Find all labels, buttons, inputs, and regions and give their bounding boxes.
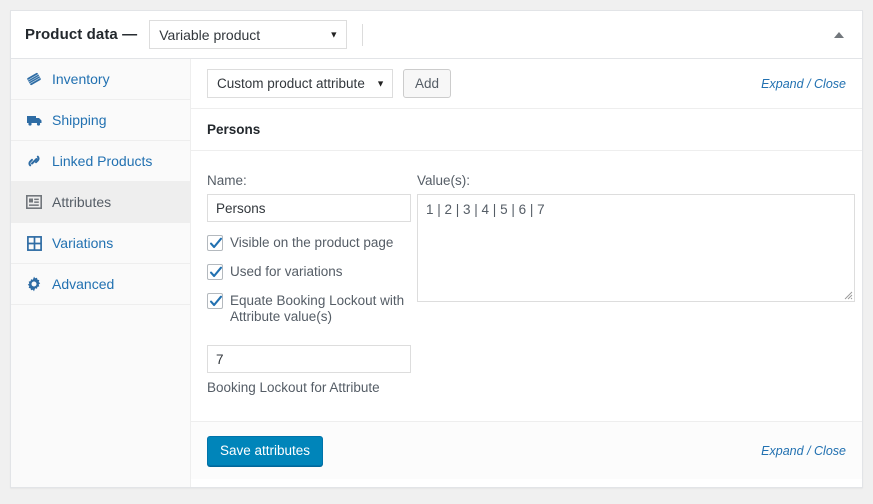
gear-icon — [25, 275, 43, 293]
chevron-up-icon — [834, 31, 844, 38]
attributes-panel-content: Custom product attribute ▼ Add Expand / … — [191, 59, 862, 487]
attribute-name-label: Name: — [207, 173, 247, 188]
inventory-box-icon — [25, 70, 43, 88]
equate-booking-lockout-checkbox[interactable] — [207, 293, 223, 309]
grid-table-icon — [25, 234, 43, 252]
close-link[interactable]: Close — [814, 77, 846, 91]
checkmark-icon — [209, 237, 223, 249]
attributes-panel-icon — [25, 193, 43, 211]
sidebar-item-label: Inventory — [52, 71, 110, 87]
chevron-down-icon: ▼ — [376, 78, 385, 88]
expand-close-separator: / — [807, 76, 811, 91]
checkmark-icon — [209, 266, 223, 278]
attribute-values-label: Value(s): — [417, 173, 471, 188]
sidebar-item-shipping[interactable]: Shipping — [11, 100, 190, 141]
panel-header: Product data — Variable product ▼ — [11, 11, 862, 59]
product-data-tabs: Inventory Shipping Linked Products Attri… — [11, 59, 191, 487]
attribute-name-input[interactable] — [207, 194, 411, 222]
booking-lockout-field-wrap: Booking Lockout for Attribute — [207, 345, 413, 395]
expand-close-links-bottom: Expand / Close — [761, 444, 846, 458]
add-attribute-button[interactable]: Add — [403, 69, 452, 98]
attribute-type-selected-value: Custom product attribute — [217, 76, 365, 91]
attributes-toolbar: Custom product attribute ▼ Add Expand / … — [191, 59, 862, 109]
expand-close-links-top: Expand / Close — [761, 77, 846, 91]
sidebar-item-attributes[interactable]: Attributes — [11, 182, 190, 223]
attribute-left-column: Name: Visible on the product page — [207, 173, 413, 395]
sidebar-item-label: Linked Products — [52, 153, 153, 169]
checkmark-icon — [209, 295, 223, 307]
booking-lockout-help-text: Booking Lockout for Attribute — [207, 380, 380, 395]
product-type-select[interactable]: Variable product ▼ — [149, 20, 348, 49]
sidebar-item-label: Shipping — [52, 112, 107, 128]
visible-on-product-page-row: Visible on the product page — [207, 235, 413, 251]
visible-on-product-page-checkbox[interactable] — [207, 235, 223, 251]
expand-close-separator: / — [807, 443, 811, 458]
screen: Product data — Variable product ▼ Invent… — [0, 0, 873, 504]
panel-body: Inventory Shipping Linked Products Attri… — [11, 59, 862, 487]
used-for-variations-label[interactable]: Used for variations — [230, 264, 343, 280]
save-attributes-button[interactable]: Save attributes — [207, 435, 324, 466]
attribute-type-select[interactable]: Custom product attribute ▼ — [207, 69, 393, 98]
link-chain-icon — [25, 152, 43, 170]
chevron-down-icon: ▼ — [329, 29, 339, 39]
sidebar-item-label: Attributes — [52, 194, 112, 210]
panel-collapse-toggle[interactable] — [826, 22, 852, 48]
attribute-group-header[interactable]: Persons — [191, 109, 862, 151]
sidebar-item-linked-products[interactable]: Linked Products — [11, 141, 190, 182]
sidebar-item-label: Advanced — [52, 276, 115, 292]
attribute-group-title: Persons — [207, 122, 261, 137]
sidebar-item-inventory[interactable]: Inventory — [11, 59, 190, 100]
page-title: Product data — — [25, 26, 138, 43]
booking-lockout-input[interactable] — [207, 345, 411, 373]
sidebar-item-label: Variations — [52, 235, 114, 251]
equate-booking-lockout-label[interactable]: Equate Booking Lockout with Attribute va… — [230, 293, 408, 325]
header-divider — [362, 23, 364, 46]
used-for-variations-row: Used for variations — [207, 264, 413, 280]
expand-link[interactable]: Expand — [761, 444, 803, 458]
visible-on-product-page-label[interactable]: Visible on the product page — [230, 235, 393, 251]
product-type-selected-value: Variable product — [159, 26, 261, 43]
equate-booking-lockout-row: Equate Booking Lockout with Attribute va… — [207, 293, 413, 325]
sidebar-item-variations[interactable]: Variations — [11, 223, 190, 264]
attributes-footer: Save attributes Expand / Close — [191, 421, 862, 479]
attribute-values-wrap: 1 | 2 | 3 | 4 | 5 | 6 | 7 — [417, 194, 855, 302]
attribute-values-textarea[interactable]: 1 | 2 | 3 | 4 | 5 | 6 | 7 — [417, 194, 855, 302]
expand-link[interactable]: Expand — [761, 77, 803, 91]
attribute-right-column: Value(s): 1 | 2 | 3 | 4 | 5 | 6 | 7 — [413, 173, 855, 395]
used-for-variations-checkbox[interactable] — [207, 264, 223, 280]
attribute-fields: Name: Visible on the product page — [191, 151, 862, 395]
product-data-panel: Product data — Variable product ▼ Invent… — [10, 10, 863, 488]
close-link[interactable]: Close — [814, 444, 846, 458]
sidebar-item-advanced[interactable]: Advanced — [11, 264, 190, 305]
truck-icon — [25, 111, 43, 129]
